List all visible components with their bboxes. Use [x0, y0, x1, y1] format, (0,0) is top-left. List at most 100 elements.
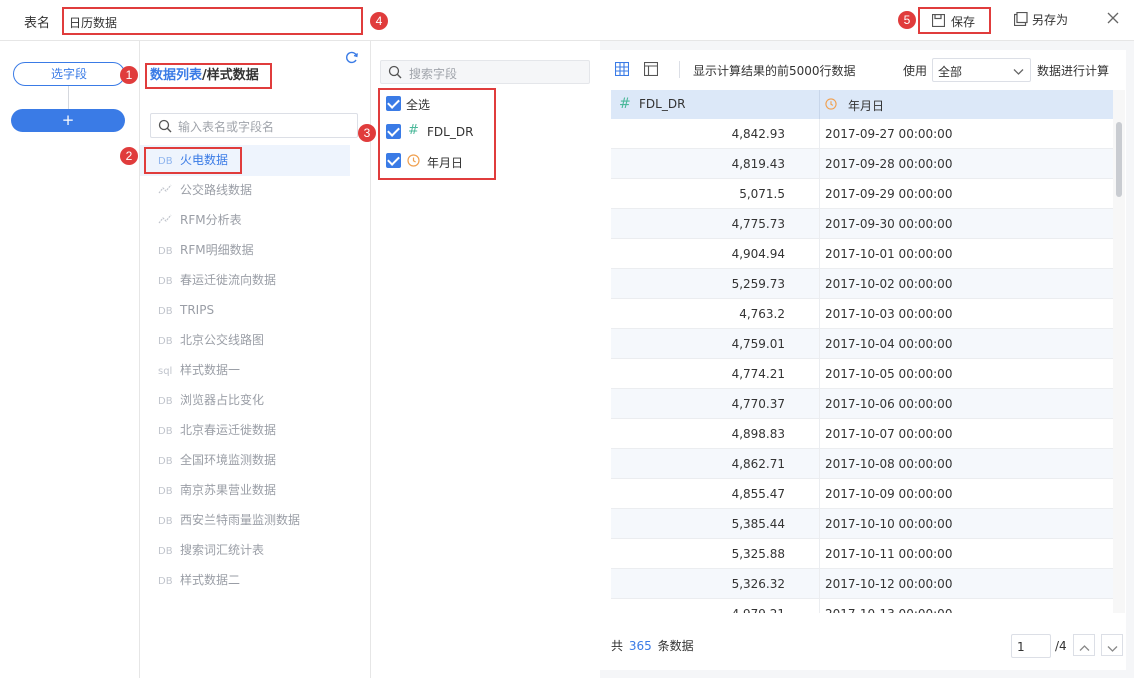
- fdl-dr-cell: 5,325.88: [731, 547, 785, 561]
- save-as-button[interactable]: 另存为: [1012, 11, 1074, 31]
- annotation-badge-1: 1: [120, 66, 138, 84]
- table-item[interactable]: DB 北京春运迁徙数据: [146, 416, 350, 444]
- field-search-field[interactable]: 搜索字段: [380, 60, 590, 84]
- table-item[interactable]: DB 样式数据二: [146, 566, 350, 594]
- table-item[interactable]: 公交路线数据: [146, 176, 350, 204]
- table-row: 4,759.01 2017-10-04 00:00:00: [611, 329, 1113, 359]
- table-item[interactable]: RFM分析表: [146, 206, 350, 234]
- table-item[interactable]: DB 春运迁徙流向数据: [146, 266, 350, 294]
- column-header[interactable]: FDL_DR: [639, 97, 685, 111]
- table-item[interactable]: DB 搜索词汇统计表: [146, 536, 350, 564]
- db-icon: DB: [158, 306, 173, 317]
- close-icon[interactable]: [1106, 11, 1120, 28]
- save-icon: [931, 13, 946, 30]
- date-cell: 2017-09-29 00:00:00: [825, 187, 953, 201]
- table-item-label: 浏览器占比变化: [180, 393, 265, 407]
- add-step-button[interactable]: +: [11, 109, 125, 132]
- table-search-field[interactable]: 输入表名或字段名: [150, 113, 358, 138]
- field-label: FDL_DR: [427, 125, 474, 139]
- table-item-label: RFM分析表: [180, 213, 242, 227]
- table-search-placeholder: 输入表名或字段名: [178, 120, 275, 134]
- date-cell: 2017-10-02 00:00:00: [825, 277, 953, 291]
- table-item[interactable]: DB TRIPS: [146, 296, 350, 324]
- search-icon: [388, 65, 402, 82]
- db-icon: DB: [158, 336, 173, 347]
- table-body: 4,842.93 2017-09-27 00:00:00 4,819.43 2017-…: [611, 119, 1113, 613]
- column-divider: [819, 239, 820, 269]
- table-item[interactable]: DB 北京公交线路图: [146, 326, 350, 354]
- prev-page-button[interactable]: [1073, 634, 1095, 656]
- date-cell: 2017-10-01 00:00:00: [825, 247, 953, 261]
- table-row: 5,259.73 2017-10-02 00:00:00: [611, 269, 1113, 299]
- select-fields-step[interactable]: 选字段: [13, 62, 125, 86]
- sql-icon: sql: [158, 366, 173, 377]
- table-item[interactable]: DB 火电数据: [146, 146, 350, 174]
- table-item[interactable]: DB 浏览器占比变化: [146, 386, 350, 414]
- table-item[interactable]: DB RFM明细数据: [146, 236, 350, 264]
- number-icon: #: [408, 123, 419, 138]
- fdl-dr-cell: 4,862.71: [731, 457, 785, 471]
- table-item[interactable]: DB 全国环境监测数据: [146, 446, 350, 474]
- layout-view-icon[interactable]: [643, 61, 659, 79]
- column-header[interactable]: 年月日: [848, 97, 884, 114]
- record-count-suffix: 条数据: [657, 639, 694, 653]
- annotation-badge-4: 4: [370, 12, 388, 30]
- table-item-label: 搜索词汇统计表: [180, 543, 265, 557]
- compute-scope-select[interactable]: 全部: [932, 58, 1031, 82]
- table-row: 4,763.2 2017-10-03 00:00:00: [611, 299, 1113, 329]
- table-item[interactable]: DB 西安兰特雨量监测数据: [146, 506, 350, 534]
- date-cell: 2017-09-30 00:00:00: [825, 217, 953, 231]
- clock-icon: [825, 98, 837, 113]
- table-scrollbar[interactable]: [1113, 90, 1125, 613]
- fdl-dr-cell: 5,385.44: [731, 517, 785, 531]
- select-fields-label: 选字段: [50, 67, 87, 81]
- step-sidebar: 选字段 +: [0, 41, 140, 678]
- date-cell: 2017-10-08 00:00:00: [825, 457, 953, 471]
- table-item-label: 公交路线数据: [180, 183, 253, 197]
- save-button[interactable]: 保存: [918, 7, 991, 34]
- field-checkbox[interactable]: [386, 153, 401, 168]
- chevron-up-icon: [1079, 641, 1090, 655]
- db-icon: DB: [158, 156, 173, 167]
- toolbar-divider: [679, 61, 680, 78]
- record-count: 共 365 条数据: [611, 637, 694, 654]
- number-icon: #: [619, 96, 631, 112]
- chevron-down-icon: [1013, 65, 1024, 79]
- column-divider: [819, 119, 820, 149]
- breadcrumb-data-list[interactable]: 数据列表: [150, 68, 202, 83]
- column-divider: [819, 359, 820, 389]
- field-item[interactable]: # FDL_DR: [384, 122, 484, 142]
- fdl-dr-cell: 4,763.2: [739, 307, 785, 321]
- select-all-checkbox[interactable]: [386, 96, 401, 111]
- refresh-icon[interactable]: [344, 50, 359, 68]
- table-name-input[interactable]: 日历数据: [62, 7, 363, 35]
- scrollbar-thumb[interactable]: [1116, 122, 1122, 197]
- table-item[interactable]: sql 样式数据一: [146, 356, 350, 384]
- date-cell: 2017-10-04 00:00:00: [825, 337, 953, 351]
- column-divider: [819, 539, 820, 569]
- record-count-prefix: 共: [611, 639, 624, 653]
- page-number-input[interactable]: 1: [1011, 634, 1051, 658]
- table-row: 4,775.73 2017-09-30 00:00:00: [611, 209, 1113, 239]
- table-row: 4,862.71 2017-10-08 00:00:00: [611, 449, 1113, 479]
- save-as-label: 另存为: [1032, 13, 1069, 27]
- column-divider: [819, 149, 820, 179]
- field-item[interactable]: 年月日: [384, 151, 484, 171]
- annotation-badge-3: 3: [358, 124, 376, 142]
- next-page-button[interactable]: [1101, 634, 1123, 656]
- table-item[interactable]: DB 南京苏果营业数据: [146, 476, 350, 504]
- column-divider: [819, 389, 820, 419]
- column-divider: [819, 209, 820, 239]
- db-icon: DB: [158, 486, 173, 497]
- grid-view-icon[interactable]: [614, 61, 630, 79]
- preview-info-text: 显示计算结果的前5000行数据: [693, 64, 856, 78]
- compute-label: 数据进行计算: [1037, 64, 1110, 78]
- select-all-checkbox-row[interactable]: 全选: [384, 94, 484, 114]
- compute-scope-value: 全部: [938, 65, 963, 79]
- table-row: 4,904.94 2017-10-01 00:00:00: [611, 239, 1113, 269]
- column-divider: [819, 449, 820, 479]
- date-cell: 2017-10-12 00:00:00: [825, 577, 953, 591]
- field-checkbox[interactable]: [386, 124, 401, 139]
- db-icon: DB: [158, 546, 173, 557]
- select-all-label: 全选: [406, 98, 431, 112]
